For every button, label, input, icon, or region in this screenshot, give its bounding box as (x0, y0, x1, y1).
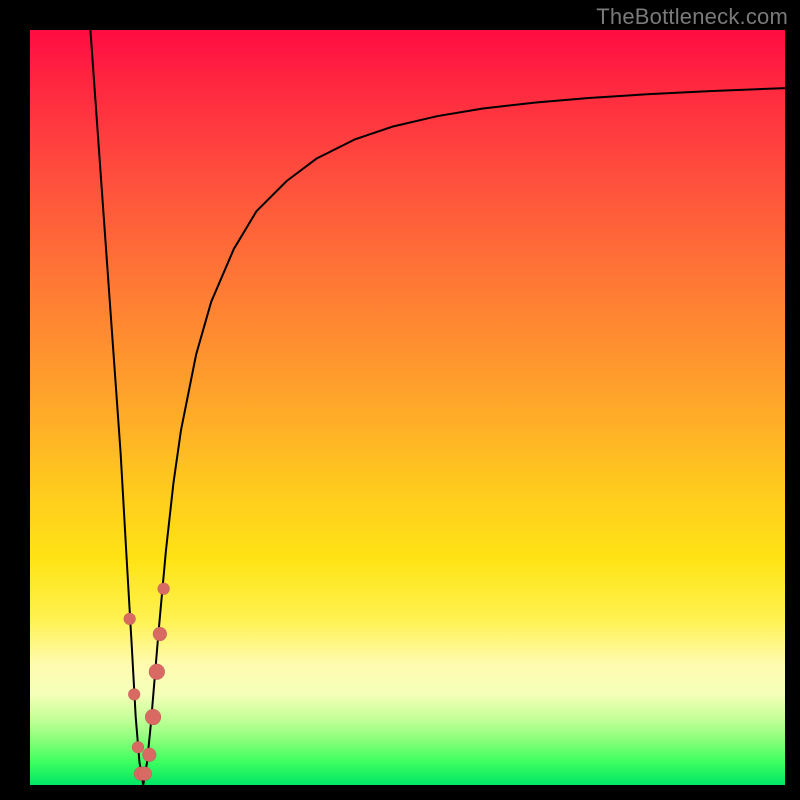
marker-point (142, 748, 156, 762)
bottleneck-curve (90, 30, 785, 785)
chart-svg (30, 30, 785, 785)
marker-point (138, 767, 152, 781)
marker-point (128, 688, 140, 700)
plot-area (30, 30, 785, 785)
watermark-text: TheBottleneck.com (596, 4, 788, 30)
marker-point (145, 709, 161, 725)
marker-point (132, 741, 144, 753)
chart-frame: TheBottleneck.com (0, 0, 800, 800)
marker-point (124, 613, 136, 625)
marker-point (149, 664, 165, 680)
marker-point (158, 583, 170, 595)
marker-point (153, 627, 167, 641)
